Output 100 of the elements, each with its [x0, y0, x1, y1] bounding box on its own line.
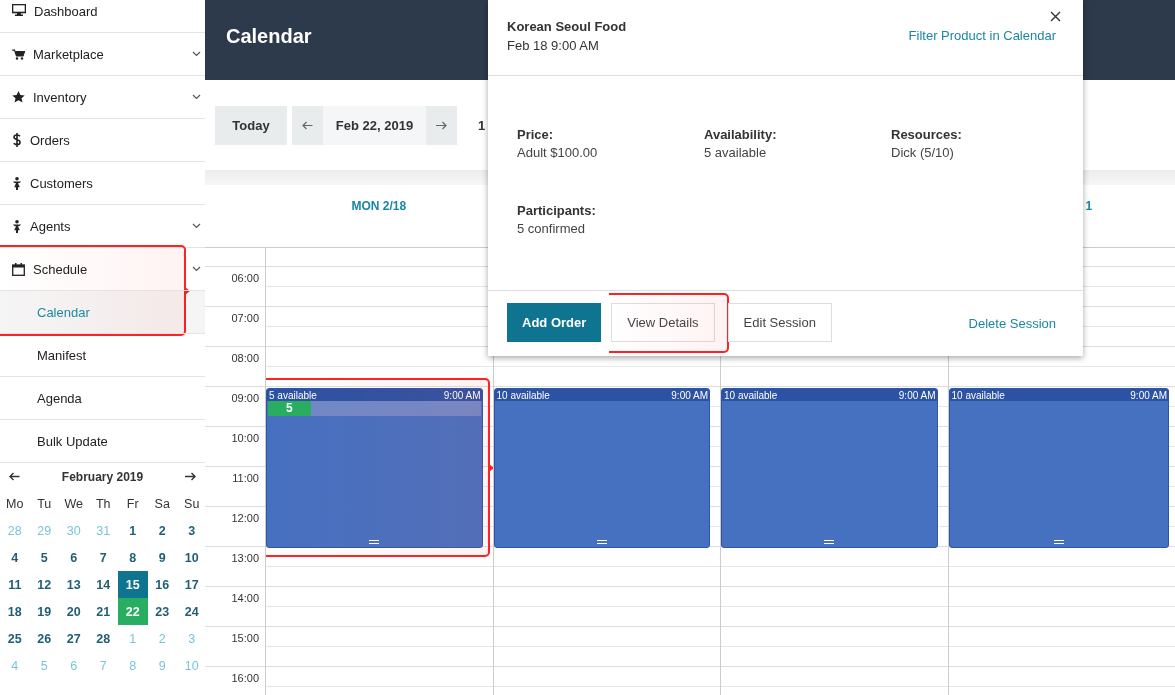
sidebar-item[interactable]: Customers	[0, 162, 205, 205]
calendar-day[interactable]: 10	[177, 544, 207, 571]
chevron-down-icon	[192, 266, 201, 272]
person-icon	[12, 219, 22, 233]
time-text: 9:00 AM	[443, 389, 481, 401]
calendar-day[interactable]: 21	[88, 598, 118, 625]
session-block[interactable]: 10 available 9:00 AM	[721, 388, 938, 548]
sidebar-subitem[interactable]: Bulk Update	[0, 420, 205, 463]
chevron-down-icon	[192, 94, 201, 100]
action-button[interactable]: Add Order	[507, 303, 602, 342]
calendar-day[interactable]: 19	[29, 598, 59, 625]
close-icon	[1050, 11, 1061, 22]
availability-text: 10 available	[951, 389, 1005, 401]
page-title: Calendar	[226, 24, 312, 48]
session-title: Korean Seoul Food	[507, 19, 627, 34]
chevron-down-icon	[192, 51, 201, 57]
resize-handle-icon	[596, 540, 607, 544]
calendar-day[interactable]: 18	[0, 598, 30, 625]
session-block[interactable]: 10 available 9:00 AM	[948, 388, 1169, 548]
weekday-label: Sa	[153, 495, 171, 513]
calendar-day[interactable]: 27	[59, 625, 89, 652]
calendar-day[interactable]: 7	[88, 544, 118, 571]
calendar-day[interactable]: 28	[88, 625, 118, 652]
today-button[interactable]: Today	[215, 106, 287, 145]
calendar-day[interactable]: 25	[0, 625, 30, 652]
time-label: 16:00	[231, 672, 259, 685]
availability-text: 5 available	[269, 389, 317, 401]
time-label: 13:00	[231, 552, 259, 565]
action-button[interactable]: Edit Session	[727, 303, 832, 342]
field-label: Price:	[517, 127, 555, 142]
chevron-down-icon	[192, 223, 201, 229]
star-icon	[12, 91, 25, 103]
field-value: 5 confirmed	[517, 221, 586, 236]
field-value: 5 available	[704, 145, 768, 160]
calendar-day[interactable]: 26	[29, 625, 59, 652]
time-label: 08:00	[231, 352, 259, 365]
calendar-day[interactable]: 24	[177, 598, 207, 625]
range-text: 1	[478, 117, 486, 135]
filter-link[interactable]: Filter Product in Calendar	[908, 28, 1056, 43]
calendar-day[interactable]: 12	[29, 571, 59, 598]
booking-fill: 5	[268, 401, 311, 416]
calendar-day[interactable]: 13	[59, 571, 89, 598]
monitor-icon	[12, 4, 26, 16]
cart-icon	[12, 48, 25, 60]
field-value: Dick (5/10)	[891, 145, 955, 160]
close-button[interactable]	[1048, 9, 1063, 24]
calendar-day[interactable]: 4	[0, 544, 30, 571]
weekday-label: Th	[94, 495, 112, 513]
weekday-label: Fr	[125, 495, 140, 513]
field-label: Resources:	[891, 127, 963, 142]
weekday-label: Su	[183, 495, 201, 513]
time-label: 15:00	[231, 632, 259, 645]
session-block[interactable]: 5 available 9:00 AM 5	[266, 388, 483, 548]
arrow-right-icon	[185, 472, 196, 481]
action-button[interactable]: View Details	[611, 303, 715, 342]
weekday-label: We	[63, 495, 84, 513]
calendar-day[interactable]: 9	[147, 544, 177, 571]
calendar-day[interactable]: 6	[59, 544, 89, 571]
time-label: 14:00	[231, 592, 259, 605]
arrow-left-icon	[302, 121, 313, 130]
day-header: 1	[1085, 199, 1093, 214]
sidebar-item[interactable]: Inventory	[0, 76, 205, 119]
sidebar-subitem[interactable]: Agenda	[0, 377, 205, 420]
session-block[interactable]: 10 available 9:00 AM	[493, 388, 710, 548]
time-label: 06:00	[231, 272, 259, 285]
calendar-day[interactable]: 14	[88, 571, 118, 598]
calendar-day[interactable]: 3	[177, 517, 207, 544]
next-button[interactable]	[426, 106, 457, 145]
sidebar-item[interactable]: Schedule	[0, 248, 205, 291]
person-icon	[12, 176, 22, 190]
resize-handle-icon	[369, 540, 380, 544]
time-label: 10:00	[231, 432, 259, 445]
calendar-day[interactable]: 1	[118, 517, 148, 544]
sidebar-subitem[interactable]: Calendar	[0, 291, 205, 334]
day-header: MON 2/18	[351, 199, 407, 214]
sidebar-item[interactable]: Agents	[0, 205, 205, 248]
time-label: 12:00	[231, 512, 259, 525]
sidebar-subitem[interactable]: Manifest	[0, 334, 205, 377]
calendar-day[interactable]: 17	[177, 571, 207, 598]
calendar-icon	[12, 262, 25, 276]
availability-text: 10 available	[724, 389, 778, 401]
session-date: Feb 18 9:00 AM	[507, 38, 600, 53]
sidebar-item[interactable]: Orders	[0, 119, 205, 162]
calendar-day[interactable]: 2	[147, 517, 177, 544]
calendar-day[interactable]: 15	[118, 571, 148, 598]
calendar-day[interactable]: 16	[147, 571, 177, 598]
arrow-left-icon	[9, 472, 20, 481]
field-value: Adult $100.00	[517, 145, 599, 160]
time-label: 09:00	[231, 392, 259, 405]
calendar-day[interactable]: 5	[29, 544, 59, 571]
calendar-day[interactable]: 8	[118, 544, 148, 571]
calendar-day[interactable]: 23	[147, 598, 177, 625]
delete-link[interactable]: Delete Session	[968, 316, 1056, 331]
resize-handle-icon	[824, 540, 835, 544]
calendar-day[interactable]: 20	[59, 598, 89, 625]
time-text: 9:00 AM	[1130, 389, 1167, 401]
calendar-day[interactable]: 11	[0, 571, 30, 598]
arrow-right-icon	[436, 121, 447, 130]
previous-button[interactable]	[292, 106, 323, 145]
time-label: 07:00	[231, 312, 259, 325]
